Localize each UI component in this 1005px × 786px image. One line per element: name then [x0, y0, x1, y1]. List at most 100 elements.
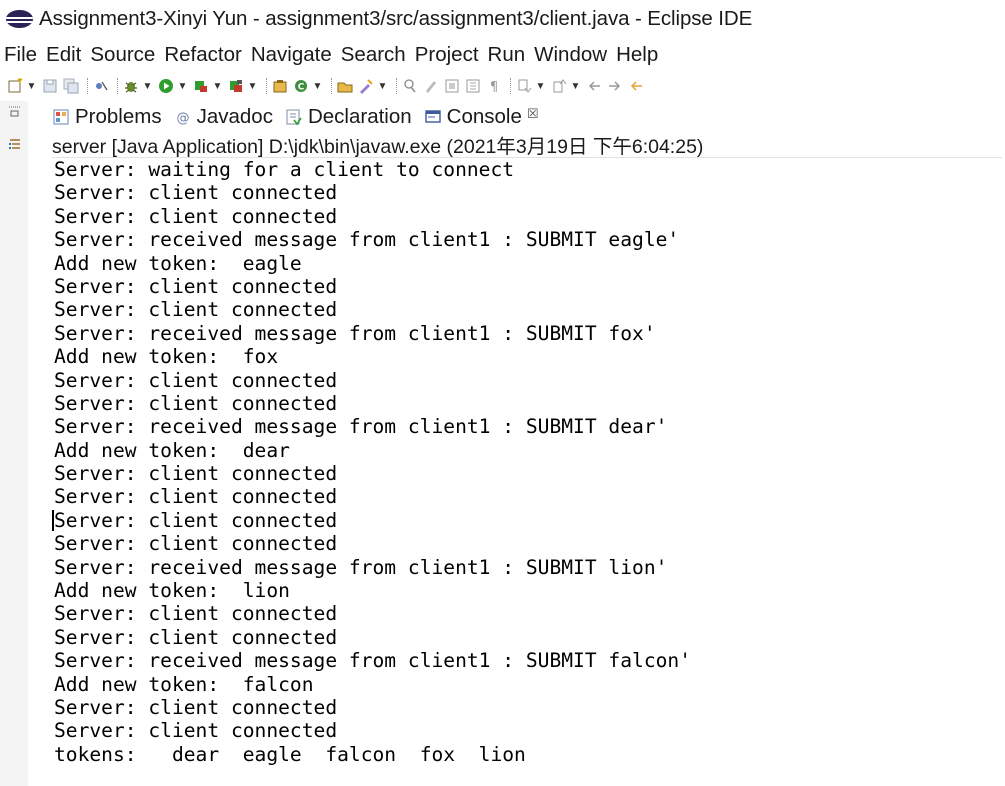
javadoc-icon: @ — [174, 108, 192, 126]
tab-javadoc-label: Javadoc — [196, 105, 273, 128]
external-tools-icon[interactable] — [227, 77, 245, 95]
console-line: Server: received message from client1 : … — [54, 555, 668, 579]
coverage-icon[interactable] — [192, 77, 210, 95]
console-line: Server: received message from client1 : … — [54, 228, 680, 252]
title-bar: Assignment3-Xinyi Yun - assignment3/src/… — [0, 0, 1005, 38]
menu-edit[interactable]: Edit — [46, 43, 81, 67]
menu-source[interactable]: Source — [90, 43, 155, 67]
prev-annotation-dropdown-icon[interactable]: ▼ — [571, 77, 581, 95]
new-dropdown-icon[interactable]: ▼ — [27, 77, 37, 95]
svg-text:¶: ¶ — [490, 80, 498, 94]
paragraph-icon[interactable]: ¶ — [485, 77, 503, 95]
window-title: Assignment3-Xinyi Yun - assignment3/src/… — [39, 7, 753, 30]
declaration-icon — [285, 108, 303, 126]
console-output[interactable]: Server: waiting for a client to connect … — [54, 158, 999, 766]
tab-problems-label: Problems — [75, 105, 162, 128]
toolbar-separator — [396, 78, 397, 94]
console-line: Add new token: falcon — [54, 672, 314, 696]
search-icon[interactable] — [357, 77, 375, 95]
outline-view-icon[interactable] — [8, 137, 22, 151]
console-line: Server: client connected — [54, 532, 338, 556]
menu-search[interactable]: Search — [341, 43, 406, 67]
run-icon[interactable] — [157, 77, 175, 95]
menu-run[interactable]: Run — [488, 43, 526, 67]
console-line: Server: received message from client1 : … — [54, 415, 668, 439]
new-java-project-icon[interactable] — [271, 77, 289, 95]
console-line: Server: client connected — [54, 625, 338, 649]
console-line: Server: client connected — [54, 204, 338, 228]
tab-declaration-label: Declaration — [307, 105, 412, 128]
run-dropdown-icon[interactable]: ▼ — [178, 77, 188, 95]
menu-file[interactable]: File — [4, 43, 37, 67]
save-icon[interactable] — [41, 77, 59, 95]
svg-text:@: @ — [176, 111, 189, 126]
console-line: Add new token: lion — [54, 579, 290, 603]
restore-view-icon[interactable] — [8, 105, 22, 119]
console-line: Server: waiting for a client to connect — [54, 158, 515, 181]
tab-javadoc[interactable]: @ Javadoc — [174, 105, 273, 129]
menu-window[interactable]: Window — [534, 43, 607, 67]
console-line: Server: client connected — [54, 602, 338, 626]
left-trim-bar — [0, 101, 28, 786]
new-dropdown-2-icon[interactable]: ▼ — [313, 77, 323, 95]
eclipse-logo-icon — [5, 7, 35, 31]
close-icon[interactable]: ☒ — [527, 106, 539, 122]
show-whitespace-icon[interactable] — [464, 77, 482, 95]
toolbar-separator — [331, 78, 332, 94]
console-line: Server: client connected — [54, 462, 338, 486]
console-line: Add new token: eagle — [54, 251, 302, 275]
new-package-icon[interactable]: C — [292, 77, 310, 95]
text-caret — [52, 510, 54, 531]
toolbar-separator — [510, 78, 511, 94]
block-selection-icon[interactable] — [443, 77, 461, 95]
console-line: Server: client connected — [54, 298, 338, 322]
console-line: Server: client connected — [54, 508, 338, 532]
coverage-dropdown-icon[interactable]: ▼ — [213, 77, 223, 95]
tab-declaration[interactable]: Declaration — [285, 105, 412, 129]
prev-annotation-icon[interactable] — [550, 77, 568, 95]
console-line: Server: client connected — [54, 274, 338, 298]
tab-problems[interactable]: Problems — [52, 105, 162, 129]
next-annotation-dropdown-icon[interactable]: ▼ — [536, 77, 546, 95]
console-line: Server: client connected — [54, 391, 338, 415]
menu-refactor[interactable]: Refactor — [164, 43, 241, 67]
toolbar-separator — [117, 78, 118, 94]
menu-help[interactable]: Help — [616, 43, 658, 67]
debug-dropdown-icon[interactable]: ▼ — [143, 77, 153, 95]
toolbar-separator — [87, 78, 88, 94]
console-line: Add new token: dear — [54, 438, 290, 462]
save-all-icon[interactable] — [62, 77, 80, 95]
skip-breakpoints-icon[interactable] — [92, 77, 110, 95]
problems-icon — [52, 108, 70, 126]
back-icon[interactable] — [585, 77, 603, 95]
annotation-icon[interactable] — [401, 77, 419, 95]
toggle-breadcrumb-icon[interactable] — [422, 77, 440, 95]
menu-navigate[interactable]: Navigate — [251, 43, 332, 67]
main-toolbar: ▼ ▼ ▼ ▼ ▼ C ▼ ▼ ¶ ▼ ▼ — [0, 71, 1005, 101]
menu-bar: File Edit Source Refactor Navigate Searc… — [0, 39, 1005, 71]
debug-icon[interactable] — [122, 77, 140, 95]
tab-console[interactable]: Console ☒ — [424, 105, 539, 129]
console-process-label: server [Java Application] D:\jdk\bin\jav… — [52, 132, 1002, 158]
menu-project[interactable]: Project — [415, 43, 479, 67]
console-line: Server: received message from client1 : … — [54, 649, 692, 673]
console-line: tokens: dear eagle falcon fox lion — [54, 742, 526, 766]
forward-icon[interactable] — [606, 77, 624, 95]
tab-console-label: Console — [446, 105, 522, 128]
toolbar-separator — [266, 78, 267, 94]
open-type-icon[interactable] — [336, 77, 354, 95]
console-line: Server: client connected — [54, 719, 338, 743]
console-line: Server: client connected — [54, 181, 338, 205]
console-line: Server: client connected — [54, 695, 338, 719]
next-annotation-icon[interactable] — [515, 77, 533, 95]
view-tab-bar: Problems @ Javadoc Declaration Console ☒ — [52, 103, 551, 131]
search-dropdown-icon[interactable]: ▼ — [378, 77, 388, 95]
new-icon[interactable] — [6, 77, 24, 95]
console-icon — [424, 108, 442, 126]
console-line: Add new token: fox — [54, 345, 279, 369]
console-line: Server: received message from client1 : … — [54, 321, 656, 345]
console-line: Server: client connected — [54, 368, 338, 392]
external-tools-dropdown-icon[interactable]: ▼ — [248, 77, 258, 95]
last-edit-icon[interactable] — [627, 77, 645, 95]
console-line: Server: client connected — [54, 485, 338, 509]
